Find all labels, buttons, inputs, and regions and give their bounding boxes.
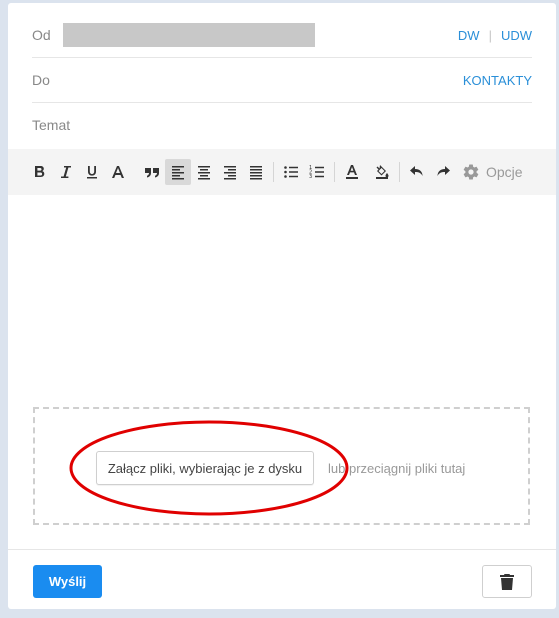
to-row[interactable]: Do KONTAKTY [32, 58, 532, 103]
compose-footer: Wyślij [8, 549, 556, 610]
toolbar-divider [273, 162, 274, 182]
numbered-list-icon[interactable]: 123 [304, 159, 330, 185]
align-center-icon[interactable] [191, 159, 217, 185]
italic-icon[interactable] [53, 159, 79, 185]
attach-files-button[interactable]: Załącz pliki, wybierając je z dysku [96, 451, 314, 485]
drop-hint: lub przeciągnij pliki tutaj [328, 461, 466, 476]
quote-icon[interactable] [139, 159, 165, 185]
options-label: Opcje [486, 164, 523, 180]
align-justify-icon[interactable] [243, 159, 269, 185]
svg-text:3: 3 [309, 174, 312, 180]
gear-icon [463, 164, 479, 180]
delete-draft-button[interactable] [482, 565, 532, 598]
to-label: Do [32, 72, 50, 88]
toolbar-divider [334, 162, 335, 182]
bcc-link[interactable]: UDW [501, 28, 532, 43]
subject-label: Temat [32, 117, 71, 133]
redo-icon[interactable] [430, 159, 456, 185]
toolbar-divider [399, 162, 400, 182]
subject-row[interactable]: Temat [32, 103, 532, 147]
underline-icon[interactable] [79, 159, 105, 185]
formatting-toolbar: 123 Opcje [8, 149, 556, 195]
align-right-icon[interactable] [217, 159, 243, 185]
undo-icon[interactable] [404, 159, 430, 185]
text-color-icon[interactable] [339, 159, 365, 185]
font-size-icon[interactable] [105, 159, 131, 185]
attachment-dropzone[interactable]: Załącz pliki, wybierając je z dysku lub … [33, 407, 530, 525]
bullet-list-icon[interactable] [278, 159, 304, 185]
trash-icon [500, 573, 514, 590]
options-button[interactable]: Opcje [462, 163, 523, 181]
cc-link[interactable]: DW [458, 28, 480, 43]
message-body-editor[interactable] [8, 195, 556, 395]
highlight-color-icon[interactable] [369, 159, 395, 185]
sender-address-field[interactable] [63, 23, 315, 47]
compose-card: Od DW | UDW Do KONTAKTY Temat 1 2 3 Opcj… [8, 3, 556, 609]
send-button[interactable]: Wyślij [33, 565, 102, 598]
align-left-icon[interactable] [165, 159, 191, 185]
from-row: Od DW | UDW [32, 13, 532, 58]
bold-icon[interactable] [27, 159, 53, 185]
link-separator: | [488, 27, 492, 43]
contacts-link[interactable]: KONTAKTY [463, 73, 532, 88]
